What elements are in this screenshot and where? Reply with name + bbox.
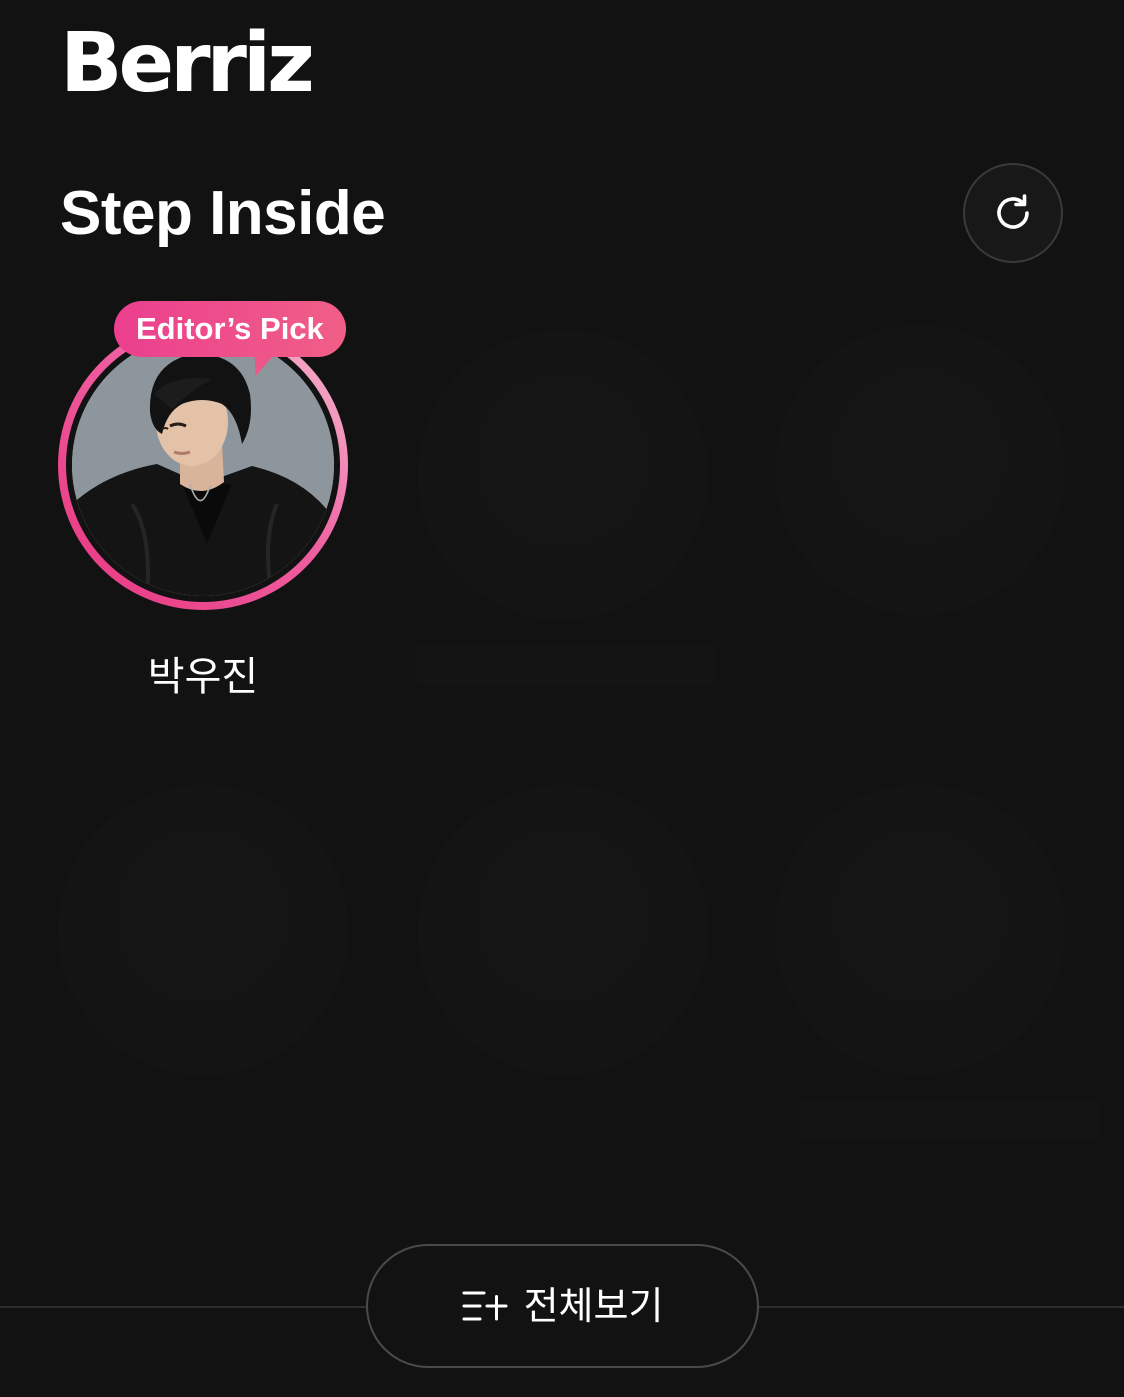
step-inside-page: Berriz Step Inside 박우진 Editor’s Pick 전체보… [0, 0, 1124, 1397]
artist-placeholder [58, 785, 348, 1075]
featured-artist[interactable]: 박우진 [58, 320, 348, 700]
artist-name: 박우진 [147, 654, 259, 700]
view-all-label: 전체보기 [523, 1284, 664, 1328]
list-add-icon [462, 1291, 508, 1321]
berriz-logo[interactable]: Berriz [60, 14, 315, 114]
view-all-button[interactable]: 전체보기 [366, 1244, 759, 1368]
refresh-button[interactable] [963, 163, 1063, 263]
artist-photo-illustration [72, 334, 334, 596]
editors-pick-badge: Editor’s Pick [114, 301, 346, 357]
artist-placeholder-label [800, 1100, 1100, 1140]
artist-avatar [72, 334, 334, 596]
section-title: Step Inside [60, 179, 386, 248]
artist-placeholder-label [415, 645, 715, 685]
artist-placeholder [775, 785, 1065, 1075]
artist-placeholder [418, 785, 708, 1075]
refresh-icon [997, 194, 1029, 229]
artist-placeholder [418, 330, 708, 620]
artist-placeholder [775, 325, 1065, 615]
